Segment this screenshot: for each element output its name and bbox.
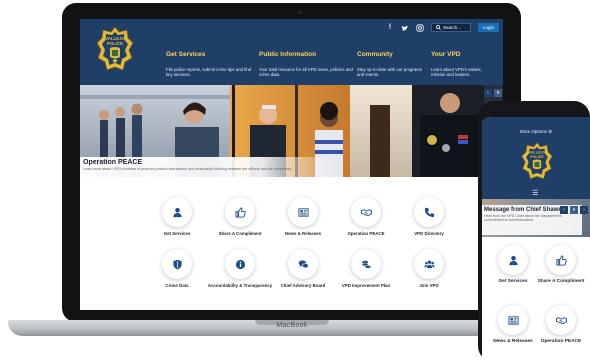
quick-link-circle[interactable] xyxy=(546,305,576,335)
quick-link-label: VPD Directory xyxy=(414,231,444,236)
nav-community[interactable]: Community Stay up-to-date with our progr… xyxy=(357,51,431,78)
quick-link-circle[interactable] xyxy=(162,249,192,279)
phone-hero-next-button[interactable]: › xyxy=(580,206,588,214)
site-header: f Search... Login VALLEJO POLICE Get Ser… xyxy=(80,19,503,85)
nav-title[interactable]: Public Information xyxy=(259,51,353,58)
nav-desc: File police reports, submit crime tips a… xyxy=(166,67,252,78)
nav-public-information[interactable]: Public Information Your total resource f… xyxy=(259,51,357,78)
coins-icon xyxy=(361,260,371,268)
quick-link-circle[interactable] xyxy=(498,305,528,335)
quick-link-vpd-directory[interactable]: VPD Directory xyxy=(389,197,469,236)
nav-get-services[interactable]: Get Services File police reports, submit… xyxy=(166,51,259,78)
phone-quick-link-share-a-compliment[interactable]: Share A Compliment xyxy=(534,245,588,284)
phone-quick-link-news-releases[interactable]: News & Releases xyxy=(486,305,540,344)
phone-quick-link-get-services[interactable]: Get Services xyxy=(486,245,540,284)
more-options-link[interactable]: More Options ⚙ xyxy=(482,129,590,135)
thumbs-up-icon xyxy=(234,206,246,218)
hero-pause-button[interactable]: ⏸ xyxy=(494,89,502,97)
nav-title[interactable]: Community xyxy=(357,51,427,58)
nav-desc: Your total resource for all VPD news, po… xyxy=(259,67,353,78)
search-icon xyxy=(436,25,441,30)
quick-link-circle[interactable] xyxy=(414,197,444,227)
search-input[interactable]: Search... xyxy=(430,23,471,32)
laptop-camera xyxy=(299,11,302,14)
phone-hero-subtitle: Hear from the VPD Chief about the Depart… xyxy=(484,214,562,223)
shield-icon xyxy=(172,259,182,269)
top-bar: f Search... Login xyxy=(386,23,499,32)
quick-link-circle[interactable] xyxy=(351,249,381,279)
quick-link-circle[interactable] xyxy=(225,197,255,227)
user-icon xyxy=(508,255,518,265)
newspaper-icon xyxy=(507,315,519,325)
main-nav: Get Services File police reports, submit… xyxy=(166,51,501,78)
police-badge-logo[interactable]: VALLEJO POLICE xyxy=(521,141,553,183)
thumbs-up-icon xyxy=(555,254,567,266)
laptop-screen: f Search... Login VALLEJO POLICE Get Ser… xyxy=(80,19,503,310)
nav-desc: Learn about VPD's values, mission and le… xyxy=(431,67,482,78)
device-mockup-scene: f Search... Login VALLEJO POLICE Get Ser… xyxy=(0,0,590,362)
phone-quick-link-operation-peace[interactable]: Operation PEACE xyxy=(534,305,588,344)
quick-link-circle[interactable] xyxy=(351,197,381,227)
police-badge-logo[interactable]: VALLEJO POLICE xyxy=(96,26,134,74)
phone-hero-prev-button[interactable]: ‹ xyxy=(560,206,568,214)
quick-link-circle[interactable] xyxy=(414,249,444,279)
facebook-icon[interactable]: f xyxy=(386,24,394,31)
quick-link-label: News & Releases xyxy=(493,339,533,344)
quick-link-label: Join VPD xyxy=(419,283,439,288)
quick-link-join-vpd[interactable]: Join VPD xyxy=(389,249,469,288)
badge-text-mid: POLICE xyxy=(530,155,544,159)
info-icon xyxy=(235,259,245,269)
phone-hero-pause-button[interactable]: ⏸ xyxy=(570,206,578,214)
instagram-icon[interactable] xyxy=(416,23,424,32)
quick-link-circle[interactable] xyxy=(162,197,192,227)
quick-link-label: Share A Compliment xyxy=(537,279,585,284)
quick-link-circle[interactable] xyxy=(498,245,528,275)
group-icon xyxy=(423,260,435,268)
login-button[interactable]: Login xyxy=(477,23,499,32)
nav-title[interactable]: Your VPD xyxy=(431,51,497,58)
quick-link-circle[interactable] xyxy=(288,249,318,279)
phone-icon xyxy=(424,207,434,217)
chat-icon xyxy=(298,259,309,268)
phone-hero-controls: ‹ ⏸ › xyxy=(560,206,588,214)
quick-link-label: Operation PEACE xyxy=(540,339,582,344)
twitter-icon[interactable] xyxy=(401,24,409,32)
gear-icon: ⚙ xyxy=(548,129,553,134)
hero-caption[interactable]: Operation PEACE Learn more about VPD's i… xyxy=(80,157,340,179)
nav-desc: Stay up-to-date with our programs and ev… xyxy=(357,67,422,78)
user-icon xyxy=(172,207,182,217)
quick-link-label: Get Services xyxy=(498,279,528,284)
more-options-label: More Options xyxy=(519,129,547,134)
hero-subtitle: Learn more about VPD's initiative to pro… xyxy=(83,167,292,171)
hamburger-menu-icon[interactable]: ☰ xyxy=(532,190,538,197)
nav-your-vpd[interactable]: Your VPD Learn about VPD's values, missi… xyxy=(431,51,501,78)
phone-screen: More Options ⚙ VALLEJO POLICE ☰ Message … xyxy=(482,117,590,362)
handshake-icon xyxy=(360,208,372,216)
quick-link-circle[interactable] xyxy=(288,197,318,227)
quick-link-circle[interactable] xyxy=(225,249,255,279)
handshake-icon xyxy=(555,316,567,324)
newspaper-icon xyxy=(297,207,309,217)
badge-text-mid: POLICE xyxy=(107,41,123,46)
hero-prev-button[interactable]: ‹ xyxy=(484,89,492,97)
hero-title[interactable]: Operation PEACE xyxy=(83,159,340,166)
search-placeholder: Search... xyxy=(442,25,461,30)
quick-link-circle[interactable] xyxy=(546,245,576,275)
phone-header: More Options ⚙ VALLEJO POLICE ☰ xyxy=(482,117,590,199)
nav-title[interactable]: Get Services xyxy=(166,51,255,58)
hero-controls: ‹ ⏸ › xyxy=(484,89,503,97)
